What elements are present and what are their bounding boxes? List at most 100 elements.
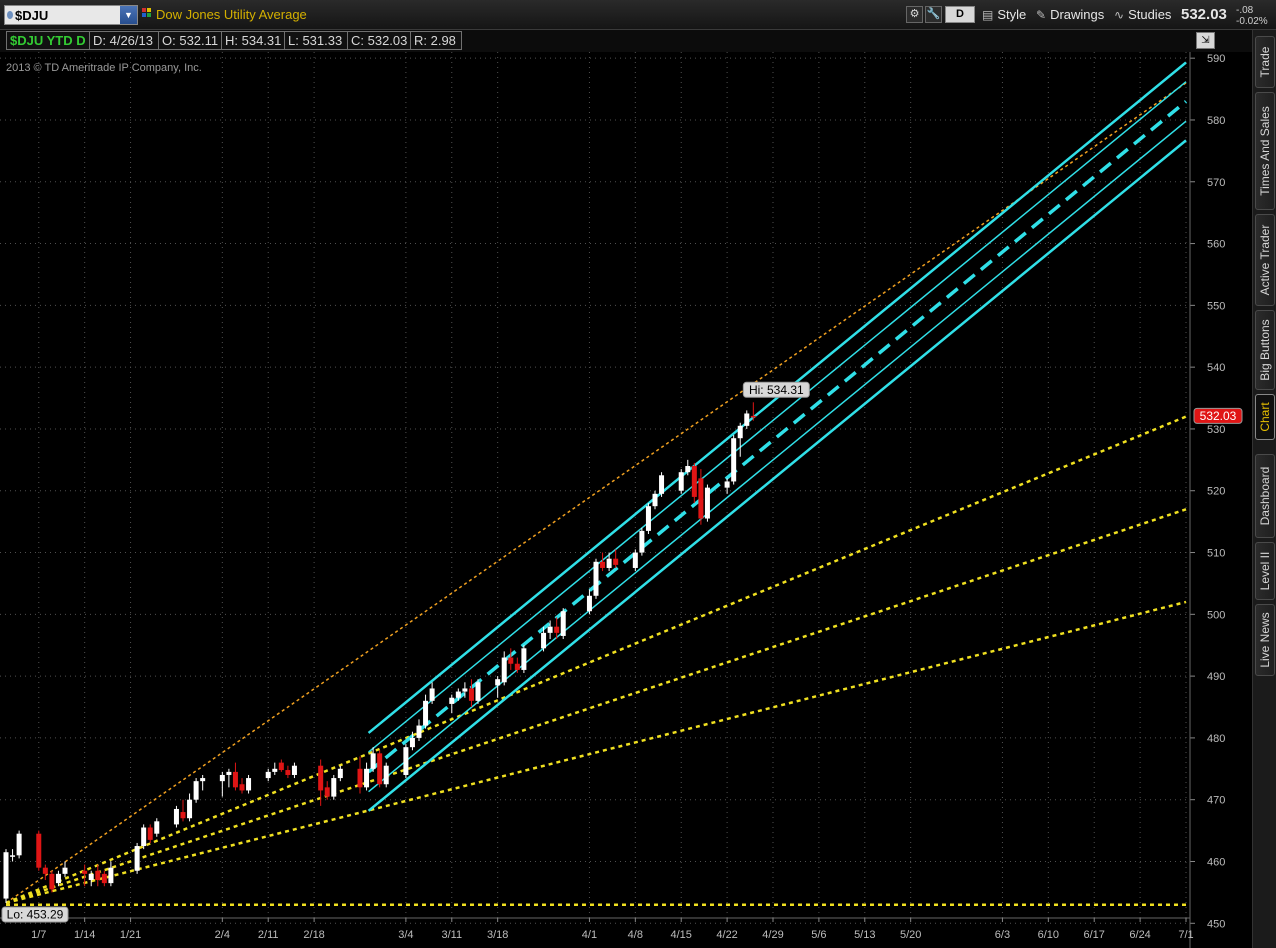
channel-upper-inner xyxy=(368,81,1187,753)
candle-body xyxy=(639,530,645,553)
price-tick-label: 500 xyxy=(1207,609,1225,621)
fan-line xyxy=(5,415,1187,905)
price-tick-label: 550 xyxy=(1207,300,1225,312)
candle-body xyxy=(652,493,658,507)
percent-change: -0.02% xyxy=(1236,16,1268,27)
date-tick-label: 5/20 xyxy=(900,929,921,941)
symbol-flag-icon xyxy=(142,8,151,17)
tab-trade[interactable]: Trade xyxy=(1255,36,1275,88)
chart-ticker-label[interactable]: $DJU YTD D xyxy=(6,31,90,50)
tab-dashboard[interactable]: Dashboard xyxy=(1255,454,1275,538)
date-tick-label: 4/1 xyxy=(582,929,597,941)
chart-grid xyxy=(0,52,1190,924)
price-tick-label: 510 xyxy=(1207,548,1225,560)
tab-big-buttons[interactable]: Big Buttons xyxy=(1255,310,1275,390)
price-chart[interactable]: 450 460 470 480 490 500 510 520 530 540 550 560 570 5… xyxy=(0,52,1252,948)
settings-icon[interactable]: ⚙ xyxy=(906,6,923,23)
top-toolbar: ▼ Dow Jones Utility Average ⚙ 🔧 D ▤Style… xyxy=(0,0,1276,30)
date-tick-label: 3/11 xyxy=(441,929,462,941)
candle-body xyxy=(49,873,55,890)
date-tick-label: 3/18 xyxy=(487,929,508,941)
tab-chart[interactable]: Chart xyxy=(1255,394,1275,440)
candle-body xyxy=(678,472,684,491)
candle-body xyxy=(541,632,547,649)
candle-body xyxy=(593,561,599,596)
candle-body xyxy=(187,799,193,819)
symbol-indicator-icon xyxy=(7,11,13,19)
symbol-dropdown-button[interactable]: ▼ xyxy=(120,6,137,24)
lo-label: Lo: 453.29 xyxy=(7,907,64,921)
channel-midline xyxy=(367,100,1188,774)
tab-level-ii[interactable]: Level II xyxy=(1255,542,1275,600)
tab-active-trader[interactable]: Active Trader xyxy=(1255,214,1275,306)
candle-body xyxy=(698,478,704,519)
candle-body xyxy=(449,697,455,704)
tab-live-news[interactable]: Live News xyxy=(1255,604,1275,676)
price-tick-label: 530 xyxy=(1207,424,1225,436)
studies-menu[interactable]: ∿ Studies xyxy=(1114,7,1171,22)
candle-body xyxy=(554,626,560,633)
candle-body xyxy=(737,425,743,439)
price-tick-label: 480 xyxy=(1207,733,1225,745)
price-tick-label: 570 xyxy=(1207,177,1225,189)
price-axis: 450 460 470 480 490 500 510 520 530 540 550 560 570 5… xyxy=(1189,52,1225,948)
date-tick-label: 4/15 xyxy=(671,929,692,941)
candle-body xyxy=(36,833,42,868)
symbol-input[interactable] xyxy=(15,7,120,23)
candle-body xyxy=(409,737,415,748)
fan-line xyxy=(5,82,1187,904)
candle-body xyxy=(475,682,481,701)
symbol-selector[interactable]: ▼ xyxy=(4,5,138,25)
tab-times-and-sales[interactable]: Times And Sales xyxy=(1255,92,1275,210)
candle-body xyxy=(357,768,363,788)
candle-body xyxy=(42,867,48,874)
date-tick-label: 4/8 xyxy=(628,929,643,941)
channel-lower-outer xyxy=(367,139,1187,812)
candle-body xyxy=(55,873,61,884)
date-tick-label: 4/22 xyxy=(716,929,737,941)
date-tick-label: 6/24 xyxy=(1129,929,1150,941)
date-tick-label: 6/3 xyxy=(995,929,1010,941)
candle-body xyxy=(318,765,324,791)
style-menu[interactable]: ▤ Style xyxy=(982,7,1026,22)
candle-body xyxy=(10,855,16,857)
candle-body xyxy=(239,784,245,791)
date-tick-label: 6/17 xyxy=(1084,929,1105,941)
candle-body xyxy=(265,771,271,779)
candle-body xyxy=(95,870,101,881)
aggregation-button[interactable]: D xyxy=(945,6,975,23)
candle-body xyxy=(232,771,238,788)
price-tick-label: 450 xyxy=(1207,918,1225,930)
price-tick-label: 540 xyxy=(1207,362,1225,374)
candle-body xyxy=(108,867,114,884)
date-tick-label: 1/14 xyxy=(74,929,95,941)
last-price: 532.03 xyxy=(1181,6,1227,23)
candle-body xyxy=(272,768,278,772)
drawings-icon: ✎ xyxy=(1036,8,1047,22)
cursor-tool-icon[interactable]: ⇲ xyxy=(1196,32,1215,49)
candle-body xyxy=(423,700,429,726)
candle-body xyxy=(193,781,199,800)
candle-body xyxy=(521,648,527,670)
candle-body xyxy=(514,663,520,670)
open-value: O: 532.11 xyxy=(158,31,222,50)
close-value: C: 532.03 xyxy=(347,31,411,50)
style-icon: ▤ xyxy=(982,8,994,22)
date-tick-label: 2/11 xyxy=(258,929,279,941)
candle-body xyxy=(291,765,297,775)
candle-body xyxy=(219,774,225,782)
candle-body xyxy=(724,481,730,488)
candle-body xyxy=(600,561,606,568)
candle-body xyxy=(337,768,343,779)
drawings-menu[interactable]: ✎ Drawings xyxy=(1036,7,1104,22)
candle-body xyxy=(704,487,710,519)
candle-body xyxy=(455,691,461,698)
candle-body xyxy=(324,787,330,797)
candle-body xyxy=(3,852,9,899)
candle-body xyxy=(613,558,619,565)
candle-body xyxy=(154,821,160,834)
wrench-icon[interactable]: 🔧 xyxy=(925,6,942,23)
net-change: -.08 xyxy=(1236,5,1254,16)
price-tick-label: 460 xyxy=(1207,856,1225,868)
price-tick-label: 490 xyxy=(1207,671,1225,683)
